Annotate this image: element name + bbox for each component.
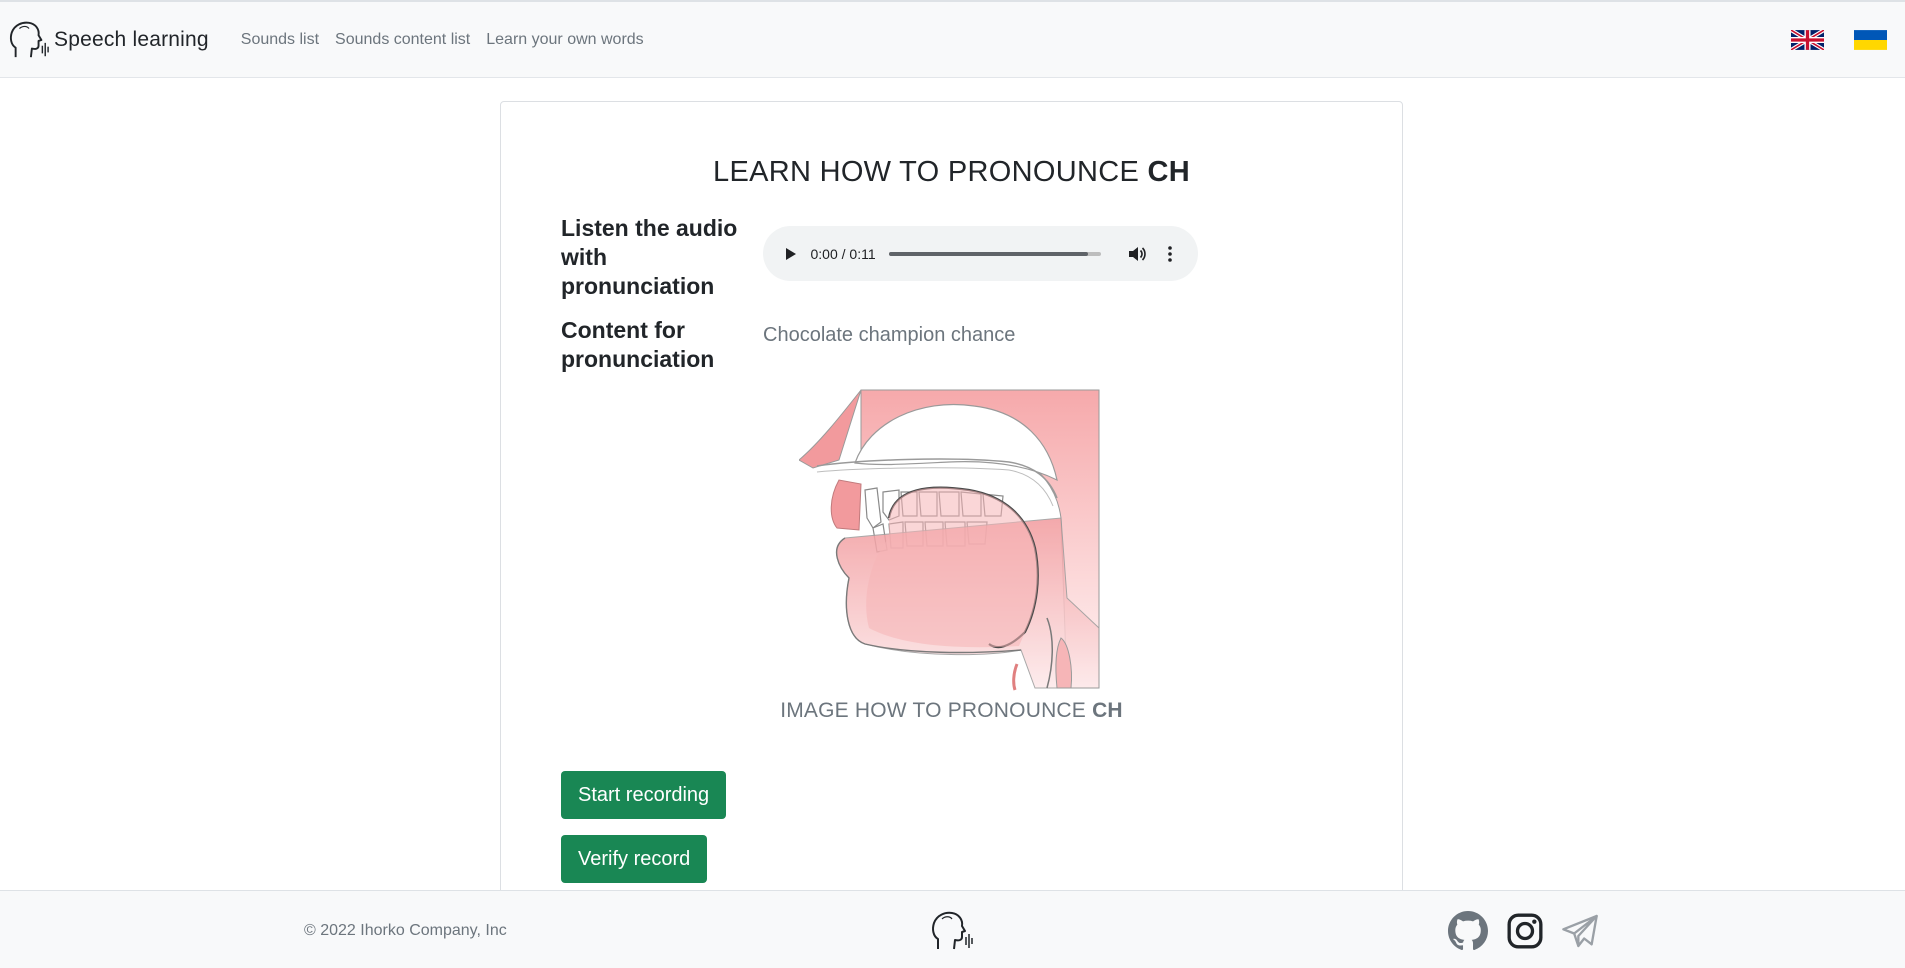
main-nav: Sounds list Sounds content list Learn yo… xyxy=(241,31,660,49)
start-recording-button[interactable]: Start recording xyxy=(561,771,727,819)
nav-learn-own-words[interactable]: Learn your own words xyxy=(486,31,643,49)
speech-head-logo-icon xyxy=(9,21,49,57)
github-icon[interactable] xyxy=(1448,911,1488,951)
footer: © 2022 Ihorko Company, Inc xyxy=(0,890,1905,968)
image-caption-sound: CH xyxy=(1092,699,1123,722)
speech-head-footer-icon[interactable] xyxy=(930,909,974,953)
image-caption: IMAGE HOW TO PRONOUNCE CH xyxy=(501,699,1402,723)
language-switcher xyxy=(1761,30,1887,50)
top-navbar: Speech learning Sounds list Sounds conte… xyxy=(0,0,1905,78)
brand-link[interactable]: Speech learning xyxy=(8,19,209,61)
ukrainian-flag-icon[interactable] xyxy=(1854,30,1887,50)
title-prefix: LEARN HOW TO PRONOUNCE xyxy=(713,156,1140,188)
copyright-text: © 2022 Ihorko Company, Inc xyxy=(304,922,507,939)
title-sound: CH xyxy=(1147,156,1190,188)
brand-name: Speech learning xyxy=(54,27,209,51)
instagram-icon[interactable] xyxy=(1505,911,1545,951)
audio-time: 0:00 / 0:11 xyxy=(810,245,876,262)
page-title: LEARN HOW TO PRONOUNCE CH xyxy=(501,156,1402,189)
audio-progress-bar[interactable] xyxy=(888,251,1102,256)
content-label: Content for pronunciation xyxy=(561,317,715,372)
pronunciation-card: LEARN HOW TO PRONOUNCE CH Listen the aud… xyxy=(500,101,1403,901)
more-options-icon[interactable] xyxy=(1161,244,1180,264)
nav-sounds-content-list[interactable]: Sounds content list xyxy=(335,31,470,49)
audio-player[interactable]: 0:00 / 0:11 xyxy=(763,226,1198,281)
mouth-diagram-image xyxy=(799,389,1100,691)
volume-icon[interactable] xyxy=(1127,244,1146,264)
verify-record-button[interactable]: Verify record xyxy=(561,835,708,883)
image-caption-prefix: IMAGE HOW TO PRONOUNCE xyxy=(780,699,1087,722)
play-icon[interactable] xyxy=(781,244,800,264)
content-text: Chocolate champion chance xyxy=(763,324,1016,346)
nav-sounds-list[interactable]: Sounds list xyxy=(241,31,319,49)
english-flag-icon[interactable] xyxy=(1791,30,1824,50)
audio-label: Listen the audio with pronunciation xyxy=(561,215,738,299)
telegram-icon[interactable] xyxy=(1558,911,1602,951)
